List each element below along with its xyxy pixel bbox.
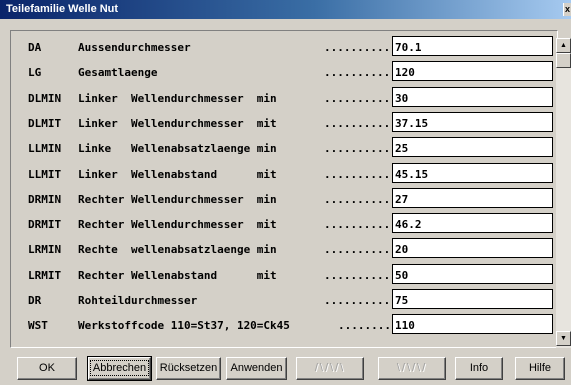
parameter-row: LG Gesamtlaenge.......... 120 <box>11 60 553 84</box>
reset-button[interactable]: Rücksetzen <box>156 357 221 380</box>
parameter-description: Gesamtlaenge <box>78 66 158 80</box>
scroll-thumb[interactable] <box>556 53 571 68</box>
parameter-row: DR Rohteildurchmesser.......... 75 <box>11 288 553 312</box>
parameter-value-input[interactable]: 20 <box>392 238 553 259</box>
window-title: Teilefamilie Welle Nut <box>6 3 119 15</box>
parameter-row: DRMIT Rechter Wellendurchmesser mit......… <box>11 212 553 236</box>
parameter-description: Rechte wellenabsatzlaenge min <box>78 243 277 257</box>
parameter-description: Rechter Wellenabstand mit <box>78 268 277 282</box>
window-titlebar[interactable]: Teilefamilie Welle Nut x <box>0 0 571 19</box>
apply-button-label: Anwenden <box>230 362 283 374</box>
parameter-row: DA Aussendurchmesser.......... 70.1 <box>11 35 553 59</box>
parameter-row: LLMIT Linker Wellenabstand mit.......... 4… <box>11 162 553 186</box>
parameter-code: LG <box>28 66 42 80</box>
parameter-row: WST Werkstoffcode 110=St37, 120=Ck45.....… <box>11 313 553 337</box>
leader-dots: .......... <box>324 218 391 232</box>
leader-dots: .......... <box>324 268 391 282</box>
parameter-value-input[interactable]: 37.15 <box>392 111 553 132</box>
parameter-value-input[interactable]: 30 <box>392 86 553 107</box>
page-up-button-label: /\/\/\ <box>314 362 346 374</box>
apply-button[interactable]: Anwenden <box>226 357 287 380</box>
parameter-description: Werkstoffcode 110=St37, 120=Ck45 <box>78 319 290 333</box>
leader-dots: .......... <box>324 243 391 257</box>
parameter-value-input[interactable]: 25 <box>392 137 553 158</box>
parameter-code: LRMIN <box>28 243 62 257</box>
cancel-button[interactable]: Abbrechen <box>87 356 152 381</box>
leader-dots: .......... <box>324 41 391 54</box>
leader-dots: ........ <box>338 319 391 333</box>
ok-button[interactable]: OK <box>17 357 77 380</box>
help-button-label: Hilfe <box>528 362 551 374</box>
leader-dots: .......... <box>324 167 391 181</box>
parameter-code: WST <box>28 319 48 333</box>
info-button[interactable]: Info <box>455 357 503 380</box>
parameter-row: DLMIN Linker Wellendurchmesser min.......… <box>11 86 553 110</box>
page-down-button[interactable]: \/\/\/ <box>378 357 446 380</box>
parameter-code: DRMIN <box>28 192 62 206</box>
parameter-code: DLMIN <box>28 91 62 105</box>
parameter-description: Rechter Wellendurchmesser min <box>78 192 277 206</box>
help-button[interactable]: Hilfe <box>515 357 565 380</box>
info-button-label: Info <box>469 362 489 374</box>
parameter-description: Linker Wellendurchmesser min <box>78 91 277 105</box>
parameter-description: Linke Wellenabsatzlaenge min <box>78 142 277 156</box>
parameter-list: DA Aussendurchmesser.......... 70.1 LG Gesam… <box>10 30 558 348</box>
parameter-description: Linker Wellenabstand mit <box>78 167 277 181</box>
scroll-down-icon[interactable]: ▼ <box>556 331 571 346</box>
parameter-description: Linker Wellendurchmesser mit <box>78 116 277 130</box>
leader-dots: .......... <box>324 91 391 105</box>
parameter-value-input[interactable]: 27 <box>392 187 553 208</box>
scroll-up-icon[interactable]: ▲ <box>556 38 571 53</box>
parameter-value-input[interactable]: 70.1 <box>392 36 553 56</box>
parameter-description: Rechter Wellendurchmesser mit <box>78 218 277 232</box>
page-up-button[interactable]: /\/\/\ <box>296 357 364 380</box>
parameter-value-input[interactable]: 50 <box>392 263 553 284</box>
parameter-value-input[interactable]: 120 <box>392 61 553 82</box>
leader-dots: .......... <box>324 142 391 156</box>
page-down-button-label: \/\/\/ <box>396 362 428 374</box>
ok-button-label: OK <box>39 362 55 374</box>
parameter-code: LRMIT <box>28 268 62 282</box>
leader-dots: .......... <box>324 66 391 80</box>
parameter-code: LLMIN <box>28 142 62 156</box>
parameter-value-input[interactable]: 46.2 <box>392 213 553 234</box>
button-bar: OK Abbrechen Rücksetzen Anwenden /\/\/\ … <box>0 354 571 385</box>
cancel-button-label: Abbrechen <box>89 360 150 376</box>
reset-button-label: Rücksetzen <box>159 362 218 374</box>
parameter-code: DLMIT <box>28 116 62 130</box>
parameter-code: DRMIT <box>28 218 62 232</box>
leader-dots: .......... <box>324 192 391 206</box>
parameter-code: LLMIT <box>28 167 62 181</box>
parameter-code: DR <box>28 294 42 307</box>
parameter-row: DLMIT Linker Wellendurchmesser mit.......… <box>11 111 553 135</box>
close-icon[interactable]: x <box>563 3 571 16</box>
parameter-description: Rohteildurchmesser <box>78 294 198 307</box>
parameter-value-input[interactable]: 45.15 <box>392 162 553 183</box>
vertical-scrollbar[interactable]: ▲ ▼ <box>556 38 571 348</box>
parameter-row: LRMIT Rechter Wellenabstand mit..........… <box>11 263 553 287</box>
leader-dots: .......... <box>324 116 391 130</box>
parameter-value-input[interactable]: 110 <box>392 314 553 335</box>
parameter-row: LLMIN Linke Wellenabsatzlaenge min.......… <box>11 136 553 160</box>
leader-dots: .......... <box>324 294 391 307</box>
parameter-value-input[interactable]: 75 <box>392 289 553 309</box>
parameter-row: LRMIN Rechte wellenabsatzlaenge min......… <box>11 237 553 261</box>
parameter-description: Aussendurchmesser <box>78 41 191 54</box>
parameter-row: DRMIN Rechter Wellendurchmesser min......… <box>11 187 553 211</box>
parameter-code: DA <box>28 41 42 54</box>
